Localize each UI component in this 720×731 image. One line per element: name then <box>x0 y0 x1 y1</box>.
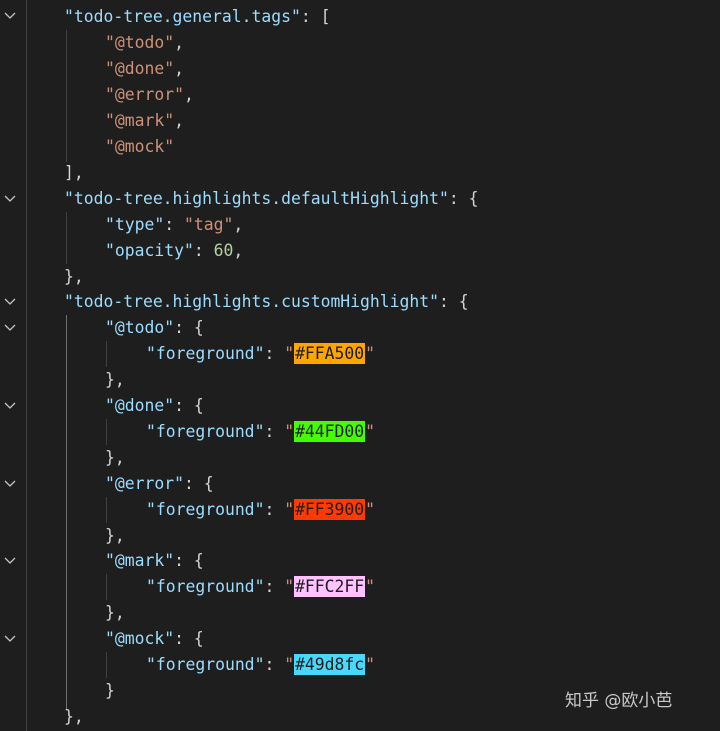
fold-chevron-icon[interactable] <box>2 294 18 310</box>
json-key: @mock <box>114 629 165 648</box>
json-key: foreground <box>155 344 255 363</box>
fold-chevron-icon[interactable] <box>2 8 18 24</box>
code-line: "@done": { <box>105 396 204 415</box>
json-key: @mark <box>114 551 165 570</box>
color-swatch[interactable]: #44FD00 <box>294 421 366 442</box>
code-line: "foreground": "#44FD00" <box>146 421 376 442</box>
code-line: "@mark": { <box>105 551 204 570</box>
json-string: @mock <box>114 137 165 156</box>
color-swatch[interactable]: #FFC2FF <box>294 576 366 597</box>
code-line: "@todo", <box>105 33 184 52</box>
color-swatch[interactable]: #FFA500 <box>294 343 366 364</box>
json-string: @mark <box>114 111 165 130</box>
fold-chevron-icon[interactable] <box>2 320 18 336</box>
code-line: "@error", <box>105 85 194 104</box>
indent-guide <box>66 315 67 710</box>
code-line: "@todo": { <box>105 318 204 337</box>
color-swatch[interactable]: #49d8fc <box>294 654 366 675</box>
code-line: "@mock": { <box>105 629 204 648</box>
code-line: "opacity": 60, <box>105 241 244 260</box>
json-key: foreground <box>155 577 255 596</box>
fold-chevron-icon[interactable] <box>2 631 18 647</box>
fold-chevron-icon[interactable] <box>2 398 18 414</box>
json-key: type <box>114 215 155 234</box>
indent-guide <box>26 0 27 731</box>
code-line: "@error": { <box>105 474 214 493</box>
json-number: 60 <box>213 241 234 260</box>
indent-guide <box>106 419 107 445</box>
indent-guide <box>106 652 107 678</box>
code-line: "foreground": "#FFC2FF" <box>146 576 376 597</box>
watermark: 知乎 @欧小芭 <box>565 691 673 711</box>
json-key: @todo <box>114 318 165 337</box>
json-key: todo-tree.general.tags <box>73 7 291 26</box>
code-line: ], <box>64 163 84 182</box>
json-key: todo-tree.highlights.defaultHighlight <box>73 189 439 208</box>
code-line: }, <box>105 526 125 545</box>
code-line: }, <box>64 267 84 286</box>
json-key: @done <box>114 396 165 415</box>
code-editor[interactable]: "todo-tree.general.tags": [ "@todo", "@d… <box>0 0 720 731</box>
json-key: todo-tree.highlights.customHighlight <box>73 292 430 311</box>
json-string: tag <box>193 215 224 234</box>
code-line: "@done", <box>105 59 184 78</box>
json-key: foreground <box>155 500 255 519</box>
json-key: foreground <box>155 655 255 674</box>
indent-guide <box>66 30 67 162</box>
json-key: foreground <box>155 422 255 441</box>
code-line: "foreground": "#49d8fc" <box>146 654 376 675</box>
json-key: @error <box>114 474 175 493</box>
json-key: opacity <box>114 241 184 260</box>
code-line: "type": "tag", <box>105 215 244 234</box>
json-string: @error <box>114 85 175 104</box>
code-line: "foreground": "#FFA500" <box>146 343 376 364</box>
fold-gutter <box>0 0 26 731</box>
code-line: "@mark", <box>105 111 184 130</box>
indent-guide <box>106 341 107 367</box>
fold-chevron-icon[interactable] <box>2 191 18 207</box>
code-line: }, <box>105 370 125 389</box>
code-line: } <box>105 681 115 700</box>
indent-guide <box>106 574 107 600</box>
code-line: "@mock" <box>105 137 175 156</box>
code-line: }, <box>64 707 84 726</box>
indent-guide <box>106 497 107 523</box>
fold-chevron-icon[interactable] <box>2 476 18 492</box>
code-line: }, <box>105 603 125 622</box>
json-string: @done <box>114 59 165 78</box>
json-string: @todo <box>114 33 165 52</box>
indent-guide <box>66 212 67 264</box>
fold-chevron-icon[interactable] <box>2 553 18 569</box>
code-line: "todo-tree.general.tags": [ <box>64 7 331 26</box>
code-line: "todo-tree.highlights.defaultHighlight":… <box>64 189 479 208</box>
code-line: }, <box>105 448 125 467</box>
color-swatch[interactable]: #FF3900 <box>294 499 366 520</box>
code-line: "foreground": "#FF3900" <box>146 499 376 520</box>
code-line: "todo-tree.highlights.customHighlight": … <box>64 292 469 311</box>
